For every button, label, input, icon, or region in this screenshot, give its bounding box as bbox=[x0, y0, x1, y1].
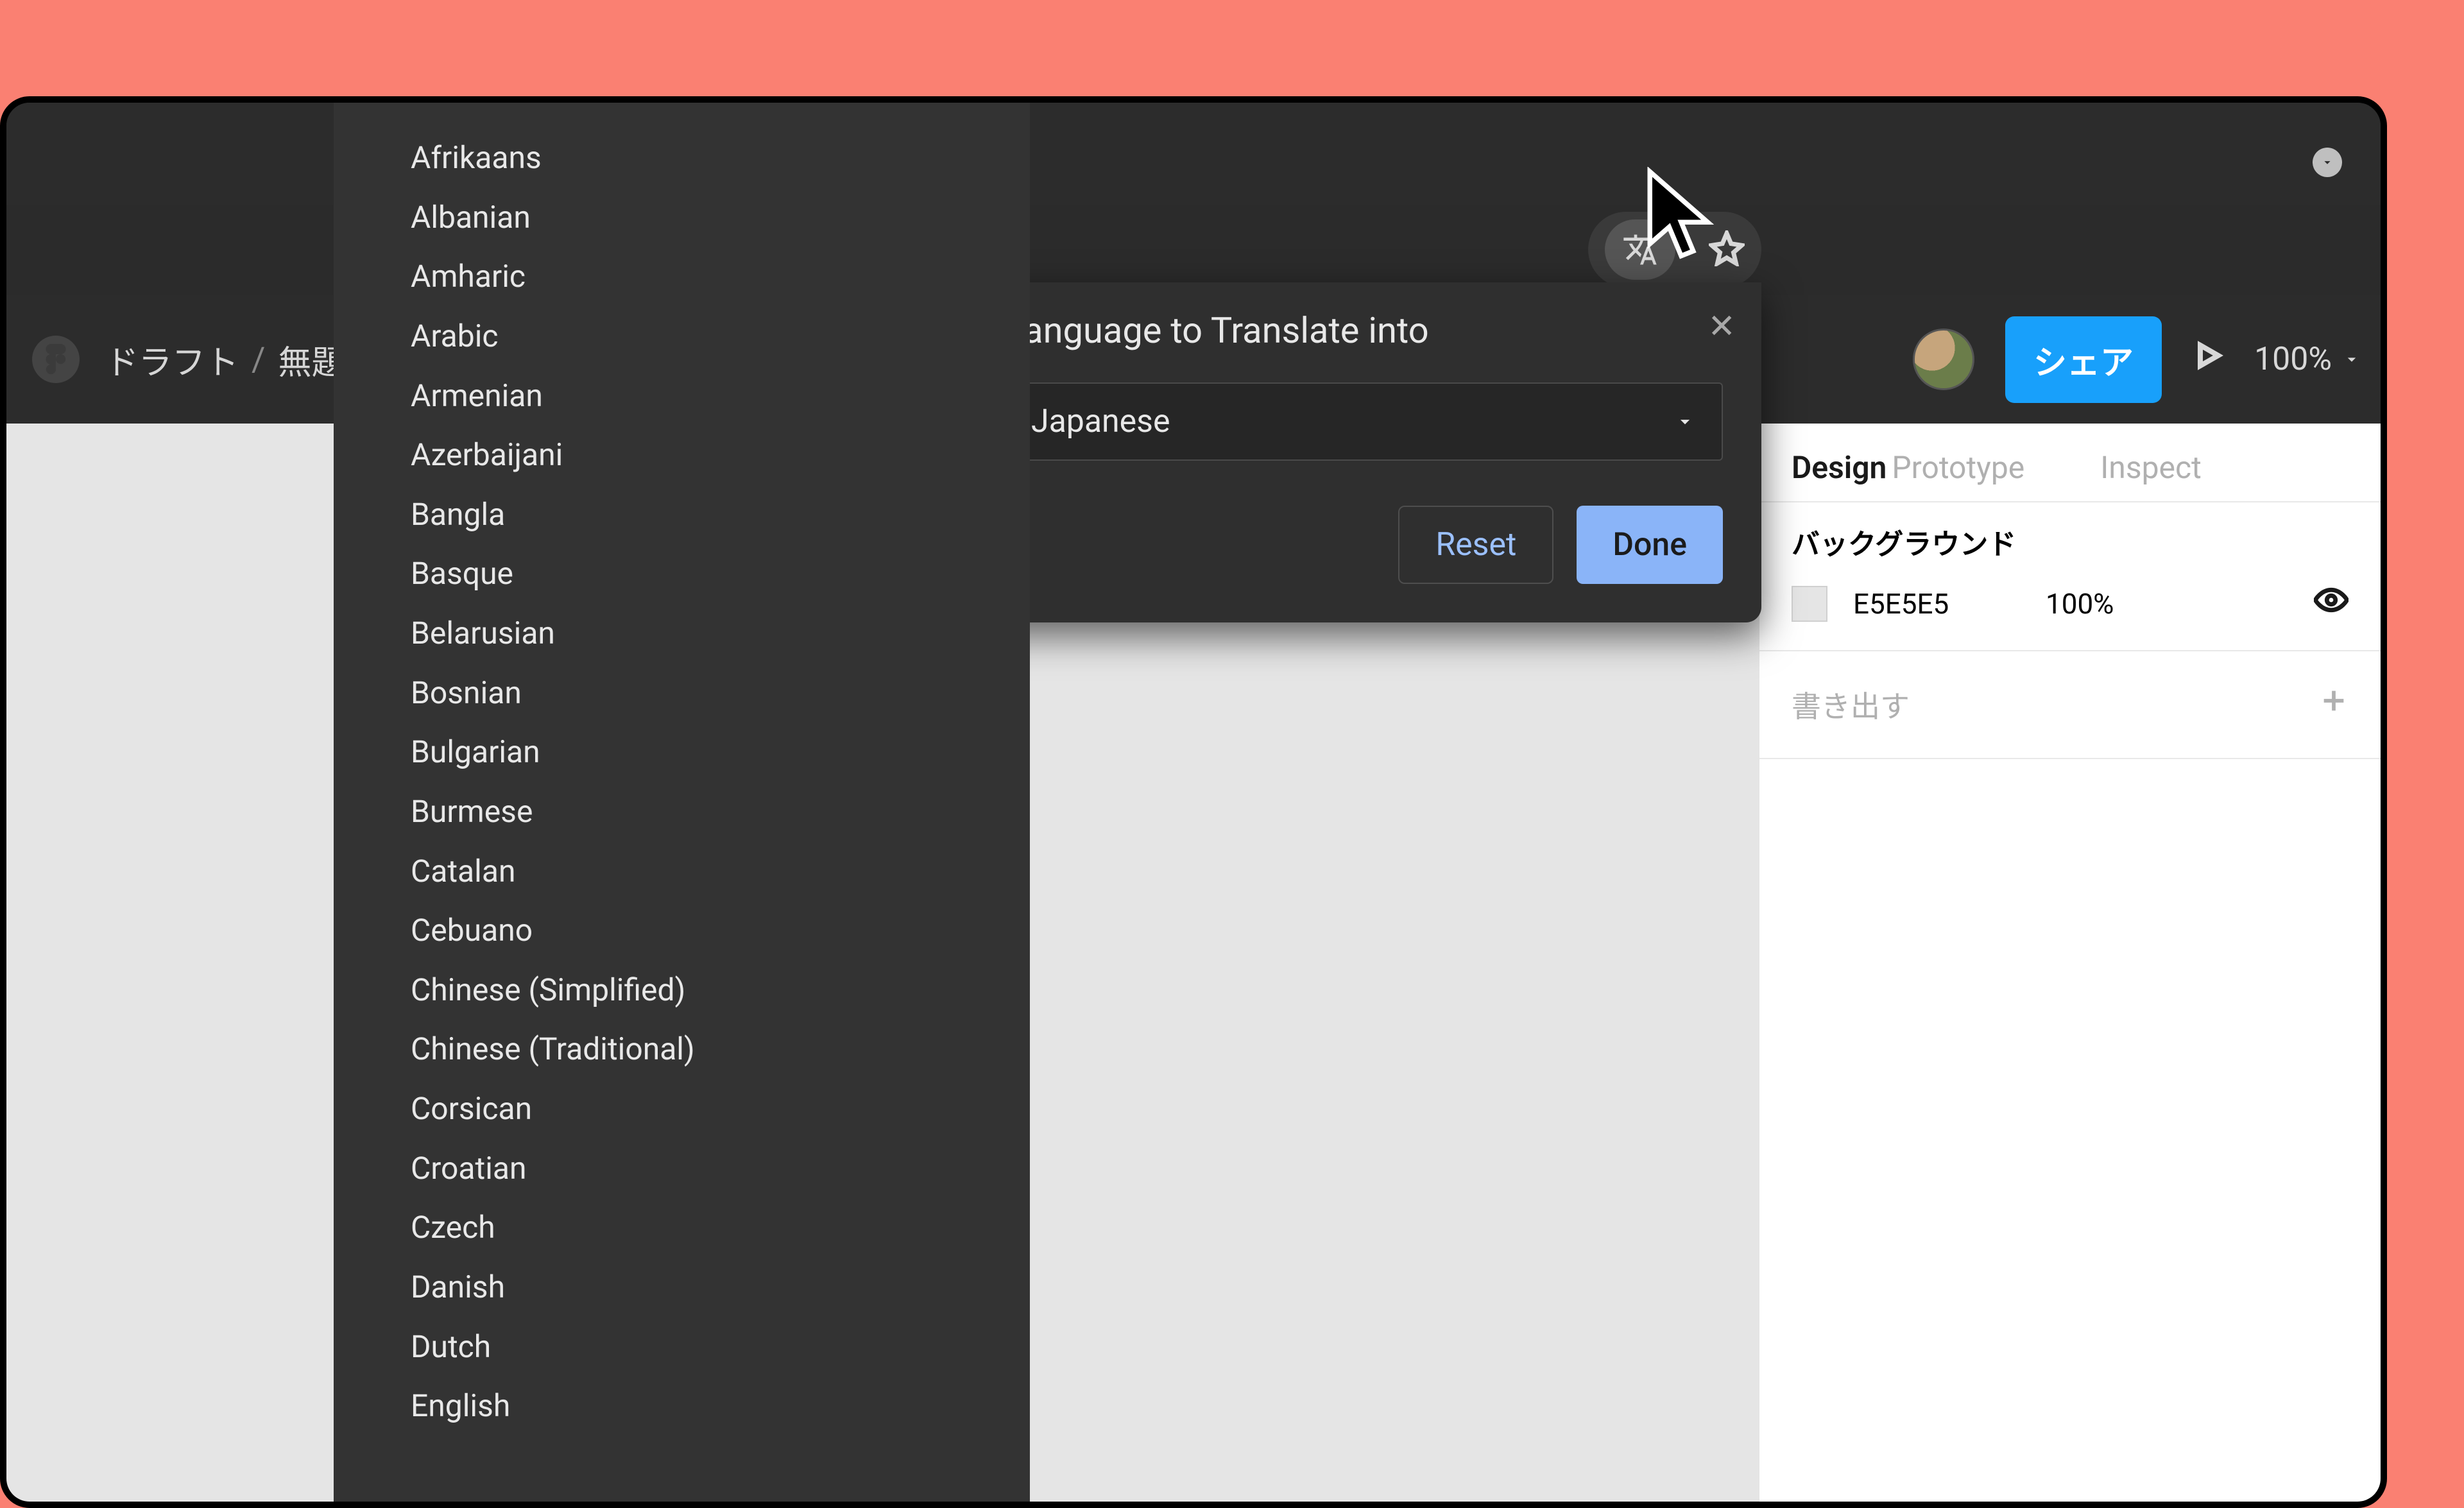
done-button[interactable]: Done bbox=[1577, 506, 1723, 584]
background-hex-value[interactable]: E5E5E5 bbox=[1853, 587, 2020, 621]
language-option[interactable]: Burmese bbox=[411, 782, 1030, 842]
language-select-value: Japanese bbox=[1031, 403, 1170, 440]
visibility-eye-icon[interactable] bbox=[2314, 583, 2348, 624]
language-option-list: AfrikaansAlbanianAmharicArabicArmenianAz… bbox=[334, 103, 1030, 1502]
add-export-icon[interactable] bbox=[2319, 686, 2348, 723]
zoom-value: 100% bbox=[2254, 341, 2332, 378]
bookmark-star-icon[interactable] bbox=[1709, 230, 1745, 269]
language-option[interactable]: Corsican bbox=[411, 1079, 1030, 1139]
language-option[interactable]: Arabic bbox=[411, 307, 1030, 366]
language-option[interactable]: Albanian bbox=[411, 188, 1030, 248]
language-option[interactable]: Bulgarian bbox=[411, 723, 1030, 782]
translate-icon[interactable] bbox=[1605, 219, 1675, 280]
reset-button[interactable]: Reset bbox=[1398, 506, 1553, 584]
language-option[interactable]: Danish bbox=[411, 1258, 1030, 1317]
tab-prototype[interactable]: Prototype bbox=[1892, 449, 2024, 486]
language-option[interactable]: Bangla bbox=[411, 485, 1030, 545]
figma-logo-icon[interactable] bbox=[32, 336, 80, 383]
background-label: バックグラウンド bbox=[1792, 526, 2348, 563]
breadcrumb-drafts[interactable]: ドラフト bbox=[105, 336, 239, 384]
present-icon[interactable] bbox=[2193, 340, 2223, 379]
background-section: バックグラウンド E5E5E5 100% bbox=[1759, 502, 2381, 651]
language-option[interactable]: Dutch bbox=[411, 1317, 1030, 1377]
language-option[interactable]: Armenian bbox=[411, 366, 1030, 426]
language-option[interactable]: Afrikaans bbox=[411, 128, 1030, 188]
language-option[interactable]: Azerbaijani bbox=[411, 425, 1030, 485]
language-option[interactable]: Czech bbox=[411, 1198, 1030, 1258]
language-option[interactable]: Croatian bbox=[411, 1139, 1030, 1199]
language-option[interactable]: Chinese (Traditional) bbox=[411, 1020, 1030, 1079]
export-label: 書き出す bbox=[1792, 683, 1910, 726]
translate-dialog-title: Language to Translate into bbox=[1004, 309, 1723, 352]
language-option[interactable]: Cebuano bbox=[411, 901, 1030, 961]
chrome-menu-button[interactable] bbox=[2313, 148, 2342, 177]
language-option[interactable]: Catalan bbox=[411, 842, 1030, 902]
background-color-swatch[interactable] bbox=[1792, 586, 1827, 622]
export-section: 書き出す bbox=[1759, 651, 2381, 759]
panel-tabs: Design Prototype Inspect bbox=[1759, 424, 2381, 502]
share-button[interactable]: シェア bbox=[2005, 316, 2162, 403]
zoom-dropdown[interactable]: 100% bbox=[2254, 341, 2361, 378]
language-option[interactable]: Belarusian bbox=[411, 604, 1030, 664]
url-bar-action-chips bbox=[1588, 212, 1761, 287]
close-icon[interactable]: ✕ bbox=[1707, 307, 1736, 346]
language-option[interactable]: Chinese (Simplified) bbox=[411, 961, 1030, 1020]
tab-inspect[interactable]: Inspect bbox=[2100, 449, 2202, 486]
right-panel: Design Prototype Inspect バックグラウンド E5E5E5… bbox=[1758, 424, 2381, 1502]
language-option[interactable]: Amharic bbox=[411, 247, 1030, 307]
background-opacity-value[interactable]: 100% bbox=[2046, 587, 2288, 621]
language-option[interactable]: Bosnian bbox=[411, 664, 1030, 723]
language-option[interactable]: English bbox=[411, 1376, 1030, 1436]
tab-design[interactable]: Design bbox=[1792, 449, 1887, 486]
language-select-dropdown[interactable]: Japanese bbox=[1004, 382, 1723, 461]
avatar[interactable] bbox=[1913, 329, 1974, 390]
breadcrumb-separator: / bbox=[252, 340, 265, 379]
language-option[interactable]: Basque bbox=[411, 544, 1030, 604]
translate-dialog: Language to Translate into ✕ Japanese Re… bbox=[966, 282, 1761, 622]
app-window: ドラフト / 無題 シェア 100% Design Prototype Insp… bbox=[0, 96, 2387, 1508]
